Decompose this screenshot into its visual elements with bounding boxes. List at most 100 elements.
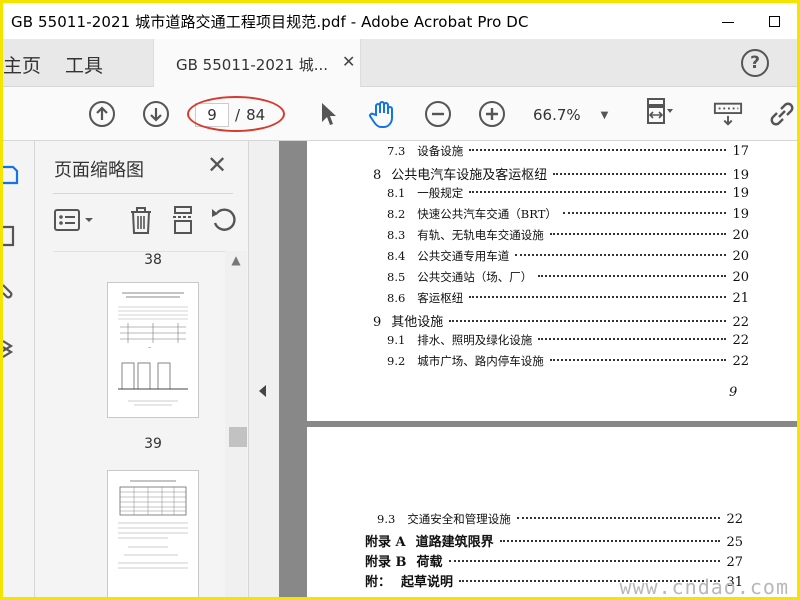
bookmark-icon[interactable] (3, 225, 19, 247)
toc-leader-dots (549, 233, 727, 235)
panel-divider (53, 193, 233, 194)
tab-tools[interactable]: 工具 (65, 51, 103, 78)
trash-icon[interactable] (127, 205, 155, 235)
maximize-button[interactable] (751, 3, 797, 39)
help-icon[interactable]: ? (741, 49, 769, 77)
toc-page-number: 20 (732, 270, 749, 285)
zoom-out-button[interactable] (423, 99, 453, 129)
attachment-icon[interactable] (3, 281, 19, 303)
toc-leader-dots (515, 254, 727, 256)
close-panel-icon[interactable]: ✕ (207, 151, 227, 179)
toc-entry[interactable]: 8 公共电汽车设施及客运枢纽 19 (373, 164, 749, 183)
toc-number: 9.1 (387, 333, 406, 347)
thumbnail-scrollbar[interactable]: ▲ (225, 251, 247, 597)
toc-title: 排水、照明及绿化设施 (417, 333, 533, 347)
tab-home[interactable]: 主页 (3, 51, 41, 78)
main-toolbar: 9 / 84 66.7% ▼ (3, 87, 797, 141)
toc-title: 客运枢纽 (417, 291, 464, 305)
arrow-down-circle-icon (143, 101, 169, 127)
rotate-icon[interactable] (209, 205, 239, 235)
toc-page-number: 19 (732, 207, 749, 222)
next-page-button[interactable] (141, 99, 171, 129)
zoom-level-dropdown[interactable]: 66.7% ▼ (533, 103, 623, 127)
keyboard-icon (713, 102, 743, 126)
minimize-button[interactable] (705, 3, 751, 39)
toc-leader-dots (538, 338, 727, 340)
link-button[interactable] (767, 99, 797, 129)
document-view[interactable]: 7.3 设备设施 17 8 公共电汽车设施及客运枢纽 19 8.1 一般规定 19 8.2 快速公共… (279, 141, 797, 599)
watermark-text: www.cndao.com (619, 575, 789, 599)
link-icon (770, 102, 794, 126)
fit-page-icon (647, 98, 673, 124)
toc-title: 有轨、无轨电车交通设施 (417, 228, 544, 242)
toc-entry[interactable]: 8.3 有轨、无轨电车交通设施 20 (387, 227, 749, 243)
toc-entry[interactable]: 8.1 一般规定 19 (387, 185, 749, 201)
options-menu-icon[interactable] (53, 207, 95, 233)
thumbnail-page-40[interactable] (107, 470, 199, 597)
toc-title: 快速公共汽车交通（BRT） (417, 207, 557, 221)
toc-entry[interactable]: 附录 B 荷载 27 (365, 551, 743, 570)
toc-number: 8.1 (387, 186, 406, 200)
close-tab-icon[interactable]: ✕ (342, 52, 355, 71)
page-thumbnails-icon[interactable] (3, 163, 19, 185)
scrollbar-thumb[interactable] (229, 427, 247, 447)
toc-page-number: 25 (726, 535, 743, 550)
panel-title: 页面缩略图 (54, 160, 144, 181)
toc-number: 9 (373, 315, 382, 330)
toc-leader-dots (549, 359, 727, 361)
previous-page-button[interactable] (87, 99, 117, 129)
toc-leader-dots (469, 191, 727, 193)
toc-entry[interactable]: 9.2 城市广场、路内停车设施 22 (387, 353, 749, 369)
toc-page-number: 17 (732, 144, 749, 159)
toc-title: 城市广场、路内停车设施 (417, 354, 544, 368)
scroll-up-icon[interactable]: ▲ (225, 253, 247, 271)
toc-title: 其他设施 (391, 315, 444, 330)
select-tool-button[interactable] (313, 99, 343, 129)
toc-number: 8.5 (387, 270, 406, 284)
toc-page-number: 21 (732, 291, 749, 306)
toc-number: 9.2 (387, 354, 406, 368)
toc-leader-dots (538, 275, 727, 277)
maximize-icon (768, 15, 780, 27)
thumbnail-page-39[interactable]: ~ (107, 282, 199, 418)
toc-page-number: 22 (732, 333, 749, 348)
extract-pages-icon[interactable] (169, 205, 197, 235)
collapse-panel-icon[interactable] (259, 385, 266, 397)
page-display-button[interactable] (643, 98, 673, 129)
toc-title: 交通安全和管理设施 (407, 512, 511, 526)
toc-page-number: 22 (732, 315, 749, 330)
plus-circle-icon (479, 101, 505, 127)
toc-number: 8 (373, 168, 382, 183)
toc-number: 8.4 (387, 249, 406, 263)
layers-icon[interactable] (3, 337, 19, 359)
toc-entry[interactable]: 9 其他设施 22 (373, 311, 749, 330)
hand-tool-button[interactable] (367, 99, 397, 129)
keyboard-button[interactable] (713, 99, 743, 129)
toc-leader-dots (516, 517, 721, 519)
toc-leader-dots (562, 212, 727, 214)
toc-title: 起草说明 (401, 575, 454, 590)
toc-number: 7.3 (387, 144, 406, 158)
toc-entry[interactable]: 7.3 设备设施 17 (387, 143, 749, 159)
toc-entry[interactable]: 8.2 快速公共汽车交通（BRT） 19 (387, 206, 749, 222)
toc-entry[interactable]: 8.6 客运枢纽 21 (387, 290, 749, 306)
toc-number: 8.3 (387, 228, 406, 242)
left-navigation-rail (3, 141, 35, 597)
thumbnail-preview (118, 480, 188, 569)
chevron-down-icon: ▼ (600, 109, 609, 121)
tab-bar: 主页 工具 GB 55011-2021 城... ✕ ? (3, 39, 797, 87)
toc-title: 一般规定 (417, 186, 464, 200)
toc-title: 设备设施 (417, 144, 464, 158)
window-title: GB 55011-2021 城市道路交通工程项目规范.pdf - Adobe A… (11, 12, 529, 31)
zoom-in-button[interactable] (477, 99, 507, 129)
toc-entry[interactable]: 9.3 交通安全和管理设施 22 (377, 511, 743, 527)
tab-document[interactable]: GB 55011-2021 城... ✕ (153, 39, 361, 87)
toc-entry[interactable]: 9.1 排水、照明及绿化设施 22 (387, 332, 749, 348)
toc-page-number: 27 (726, 555, 743, 570)
toc-entry[interactable]: 8.4 公共交通专用车道 20 (387, 248, 749, 264)
toc-number: 8.6 (387, 291, 406, 305)
toc-entry[interactable]: 8.5 公共交通站（场、厂） 20 (387, 269, 749, 285)
zoom-value: 66.7% (533, 106, 581, 124)
toc-entry[interactable]: 附录 A 道路建筑限界 25 (365, 531, 743, 550)
toc-page-number: 20 (732, 228, 749, 243)
